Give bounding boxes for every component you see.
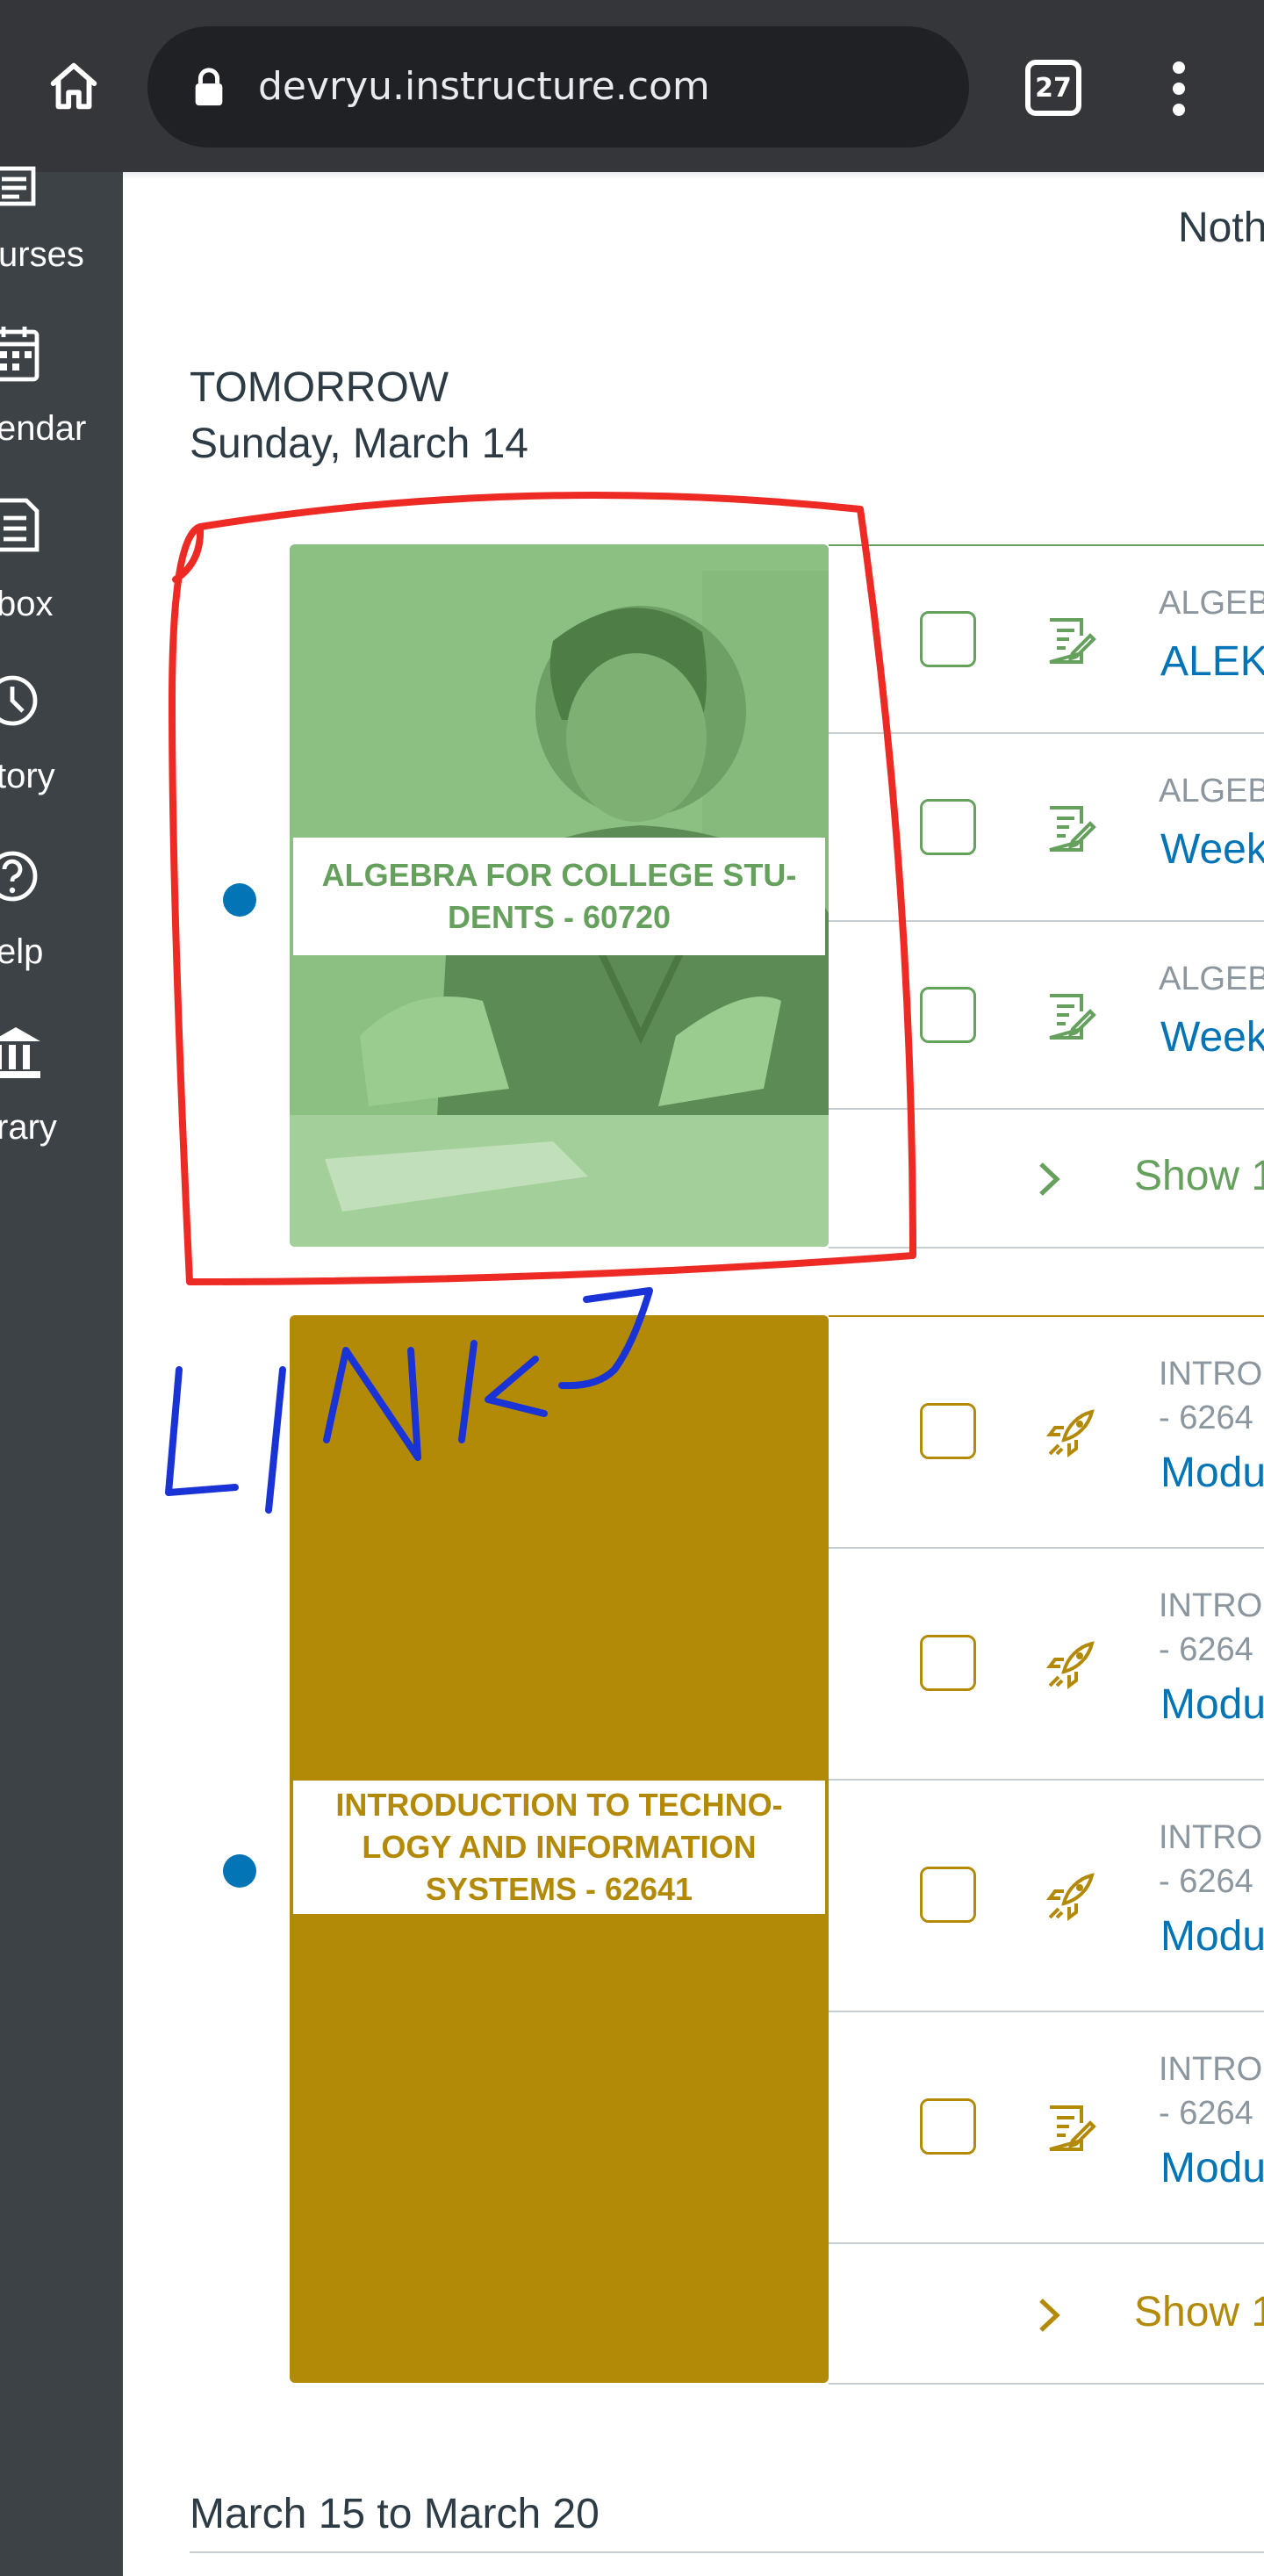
course-card-title: ALGEBRA FOR COLLEGE STU-DENTS - 60720 bbox=[293, 838, 825, 955]
planner-item: INTRO - 6264 Modu bbox=[829, 2012, 1264, 2244]
item-course: INTRO bbox=[1159, 1356, 1263, 1392]
complete-checkbox[interactable] bbox=[920, 1403, 976, 1459]
planner-content: Noth TOMORROW Sunday, March 14 ALGEBRA F… bbox=[123, 172, 1264, 2576]
nav-label: tory bbox=[0, 757, 55, 795]
assignment-icon bbox=[1045, 802, 1097, 855]
divider bbox=[190, 2551, 1264, 2553]
item-course: INTRO bbox=[1159, 2051, 1263, 2088]
item-course: INTRO bbox=[1159, 1819, 1263, 1856]
complete-checkbox[interactable] bbox=[920, 799, 976, 855]
tab-switcher-icon[interactable]: 27 bbox=[1025, 60, 1081, 116]
more-vert-icon[interactable] bbox=[1157, 58, 1201, 119]
show-more-row[interactable]: Show 1 bbox=[829, 2244, 1264, 2385]
planner-item: ALGEB Week bbox=[829, 734, 1264, 922]
address-bar[interactable]: devryu.instructure.com bbox=[147, 26, 969, 148]
history-icon bbox=[0, 673, 44, 729]
rocket-icon bbox=[1045, 1407, 1097, 1459]
chevron-right-icon bbox=[1036, 2295, 1062, 2335]
complete-checkbox[interactable] bbox=[920, 2098, 976, 2155]
rocket-icon bbox=[1045, 1870, 1097, 1923]
planner-item: INTRO - 6264 Modu bbox=[829, 1781, 1264, 2012]
course-items-intro-tech: INTRO - 6264 Modu INTRO - 6264 Modu INTR… bbox=[829, 1315, 1264, 2385]
item-course-number: - 6264 bbox=[1159, 1631, 1253, 1668]
chevron-right-icon bbox=[1036, 1159, 1062, 1199]
nav-label: box bbox=[0, 585, 54, 623]
item-course: INTRO bbox=[1159, 1587, 1263, 1624]
item-title-link[interactable]: Week bbox=[1160, 1013, 1264, 1061]
item-title-link[interactable]: Modu bbox=[1160, 1449, 1264, 1497]
complete-checkbox[interactable] bbox=[920, 611, 976, 667]
nav-label: urses bbox=[0, 235, 84, 274]
url-text: devryu.instructure.com bbox=[258, 64, 710, 109]
assignment-icon bbox=[1045, 990, 1097, 1043]
item-course-number: - 6264 bbox=[1159, 1863, 1253, 1900]
nav-label: endar bbox=[0, 409, 87, 448]
show-more-row[interactable]: Show 1 bbox=[829, 1110, 1264, 1248]
course-items-algebra: ALGEB ALEK ALGEB Week ALGEB Week Show 1 bbox=[829, 544, 1264, 1248]
divider bbox=[123, 172, 1264, 179]
new-activity-dot bbox=[223, 883, 256, 917]
item-title-link[interactable]: Week bbox=[1160, 825, 1264, 874]
item-course-number: - 6264 bbox=[1159, 2095, 1253, 2132]
show-more-link[interactable]: Show 1 bbox=[1134, 1152, 1264, 1200]
nothing-planned-text: Noth bbox=[1178, 205, 1264, 251]
item-course: ALGEB bbox=[1159, 961, 1264, 997]
item-title-link[interactable]: Modu bbox=[1160, 1680, 1264, 1729]
day-date: Sunday, March 14 bbox=[190, 421, 528, 467]
course-card-title: INTRODUCTION TO TECHNO-LOGY AND INFORMAT… bbox=[293, 1781, 825, 1914]
complete-checkbox[interactable] bbox=[920, 1867, 976, 1923]
lock-icon bbox=[191, 67, 226, 107]
item-course-number: - 6264 bbox=[1159, 1400, 1253, 1436]
inbox-icon bbox=[0, 497, 44, 553]
day-heading: March 15 to March 20 bbox=[190, 2491, 600, 2537]
course-card-algebra[interactable]: ALGEBRA FOR COLLEGE STU-DENTS - 60720 bbox=[290, 544, 829, 1247]
browser-toolbar: devryu.instructure.com 27 bbox=[0, 0, 1264, 172]
assignment-icon bbox=[1045, 2102, 1097, 2155]
nav-label: rary bbox=[0, 1108, 57, 1147]
course-card-intro-tech[interactable]: INTRODUCTION TO TECHNO-LOGY AND INFORMAT… bbox=[290, 1315, 829, 2383]
item-title-link[interactable]: Modu bbox=[1160, 1912, 1264, 1961]
show-more-link[interactable]: Show 1 bbox=[1134, 2288, 1264, 2336]
day-heading: TOMORROW bbox=[190, 364, 449, 411]
rocket-icon bbox=[1045, 1638, 1097, 1691]
item-title-link[interactable]: Modu bbox=[1160, 2144, 1264, 2192]
assignment-icon bbox=[1045, 615, 1097, 667]
planner-item: ALGEB Week bbox=[829, 922, 1264, 1110]
home-icon[interactable] bbox=[39, 51, 109, 121]
planner-item: INTRO - 6264 Modu bbox=[829, 1549, 1264, 1781]
planner-item: INTRO - 6264 Modu bbox=[829, 1317, 1264, 1549]
library-icon bbox=[0, 1024, 44, 1080]
new-activity-dot bbox=[223, 1854, 256, 1888]
help-icon bbox=[0, 848, 44, 904]
planner-item: ALGEB ALEK bbox=[829, 546, 1264, 734]
calendar-icon bbox=[0, 323, 44, 382]
complete-checkbox[interactable] bbox=[920, 1635, 976, 1691]
item-course: ALGEB bbox=[1159, 585, 1264, 622]
nav-label: elp bbox=[0, 932, 44, 971]
item-course: ALGEB bbox=[1159, 773, 1264, 809]
complete-checkbox[interactable] bbox=[920, 987, 976, 1043]
global-nav: urses endar box tory elp rary bbox=[0, 166, 123, 2576]
item-title-link[interactable]: ALEK bbox=[1160, 637, 1264, 686]
courses-icon bbox=[0, 165, 44, 221]
